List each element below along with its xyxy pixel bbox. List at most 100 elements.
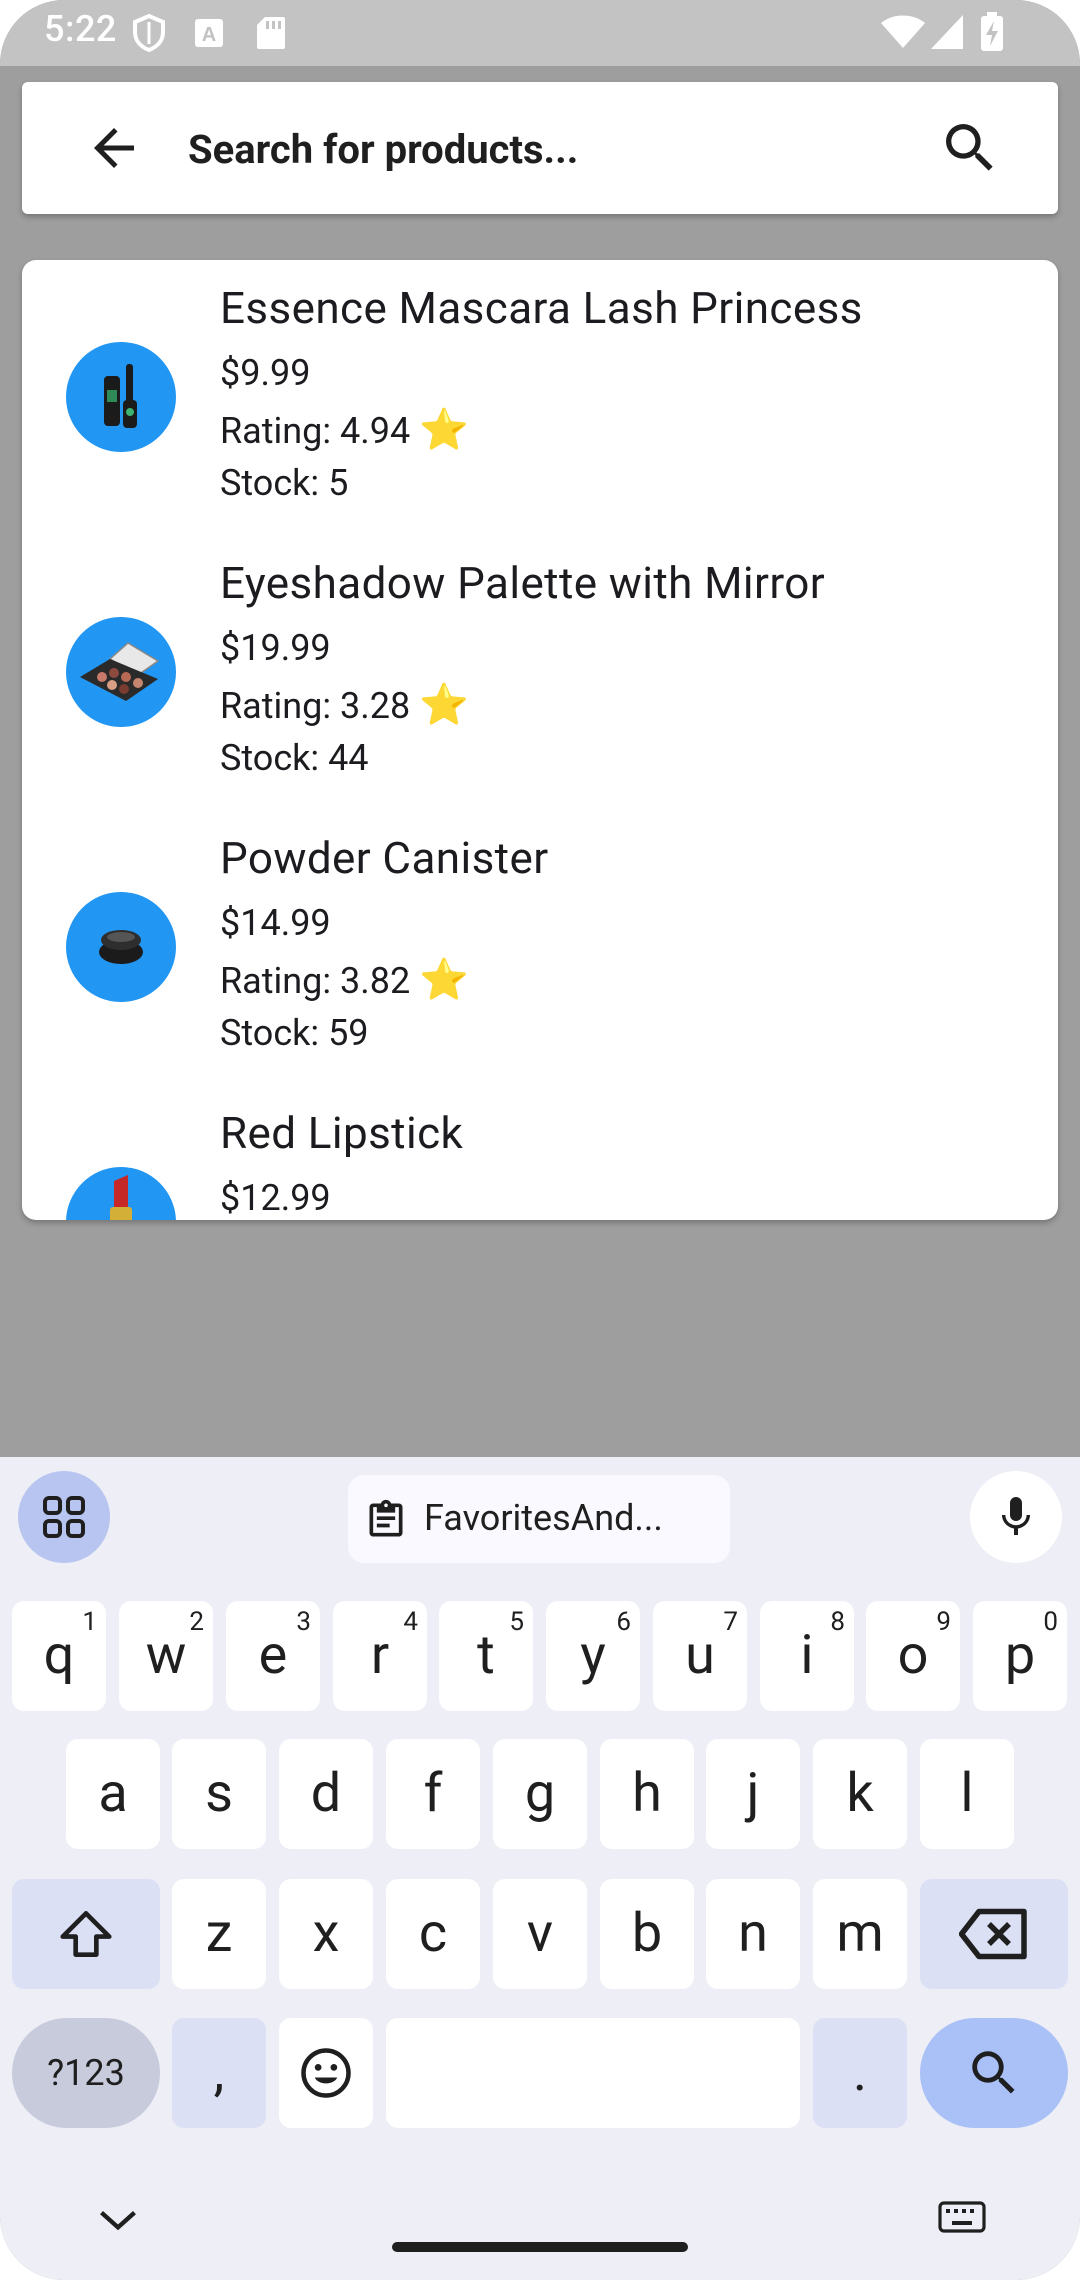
key-h[interactable]: h <box>600 1739 694 1849</box>
key-u[interactable]: u7 <box>653 1601 747 1711</box>
emoji-icon <box>301 2048 351 2098</box>
key-o[interactable]: o9 <box>866 1601 960 1711</box>
rating-text: Rating: 4.94 <box>220 410 411 452</box>
star-icon: ⭐ <box>419 681 469 728</box>
key-c[interactable]: c <box>386 1879 480 1989</box>
star-icon: ⭐ <box>419 406 469 453</box>
status-time: 5:22 <box>44 8 117 50</box>
key-m[interactable]: m <box>813 1879 907 1989</box>
comma-key[interactable]: , <box>172 2018 266 2128</box>
key-a[interactable]: a <box>66 1739 160 1849</box>
search-bar: Search for products... <box>22 82 1058 214</box>
product-name: Powder Canister <box>220 832 549 884</box>
key-label: q <box>43 1624 75 1687</box>
mascara-icon <box>66 342 176 452</box>
key-s[interactable]: s <box>172 1739 266 1849</box>
key-w[interactable]: w2 <box>119 1601 213 1711</box>
key-i[interactable]: i8 <box>760 1601 854 1711</box>
key-z[interactable]: z <box>172 1879 266 1989</box>
product-price: $19.99 <box>220 627 331 669</box>
backspace-key[interactable] <box>920 1879 1068 1989</box>
key-g[interactable]: g <box>493 1739 587 1849</box>
keyboard-icon[interactable] <box>938 2201 986 2233</box>
key-y[interactable]: y6 <box>546 1601 640 1711</box>
key-e[interactable]: e3 <box>226 1601 320 1711</box>
search-icon <box>972 2051 1015 2094</box>
key-hint: 4 <box>403 1607 418 1637</box>
product-name: Essence Mascara Lash Princess <box>220 282 863 334</box>
sd-card-icon <box>257 17 285 49</box>
product-list: Essence Mascara Lash Princess $9.99 Rati… <box>22 260 1058 1220</box>
key-label: y <box>580 1624 606 1687</box>
chevron-down-icon[interactable] <box>96 2205 140 2235</box>
product-price: $14.99 <box>220 902 331 944</box>
search-input[interactable]: Search for products... <box>188 126 578 173</box>
shield-icon <box>133 14 165 52</box>
key-hint: 5 <box>509 1607 524 1637</box>
key-label: r <box>370 1624 390 1687</box>
search-icon[interactable] <box>938 116 1002 180</box>
symbols-key[interactable]: ?123 <box>12 2018 160 2128</box>
key-r[interactable]: r4 <box>333 1601 427 1711</box>
key-l[interactable]: l <box>920 1739 1014 1849</box>
battery-charging-icon <box>981 12 1003 51</box>
eyeshadow-palette-icon <box>66 617 176 727</box>
key-q[interactable]: q1 <box>12 1601 106 1711</box>
clipboard-text: FavoritesAnd... <box>424 1497 663 1539</box>
clipboard-suggestion[interactable]: FavoritesAnd... <box>348 1475 730 1563</box>
list-item[interactable]: Essence Mascara Lash Princess $9.99 Rati… <box>22 260 1058 535</box>
key-hint: 7 <box>723 1607 738 1637</box>
svg-text:A: A <box>202 24 216 46</box>
key-f[interactable]: f <box>386 1739 480 1849</box>
key-label: p <box>1004 1624 1036 1687</box>
product-price: $12.99 <box>220 1177 331 1219</box>
key-d[interactable]: d <box>279 1739 373 1849</box>
key-p[interactable]: p0 <box>973 1601 1067 1711</box>
product-rating: Rating: 3.28 ⭐ <box>220 681 469 728</box>
key-label: w <box>145 1624 187 1687</box>
key-label: t <box>477 1624 495 1687</box>
key-hint: 0 <box>1043 1607 1058 1637</box>
star-icon: ⭐ <box>419 956 469 1003</box>
status-bar: 5:22 A <box>0 0 1080 66</box>
powder-canister-icon <box>66 892 176 1002</box>
key-label: o <box>897 1624 929 1687</box>
key-label: u <box>685 1624 715 1687</box>
key-t[interactable]: t5 <box>439 1601 533 1711</box>
a-icon: A <box>195 19 223 47</box>
list-item[interactable]: Eyeshadow Palette with Mirror $19.99 Rat… <box>22 535 1058 810</box>
product-stock: Stock: 59 <box>220 1012 369 1054</box>
shift-key[interactable] <box>12 1879 160 1989</box>
search-action-key[interactable] <box>920 2018 1068 2128</box>
product-price: $9.99 <box>220 352 311 394</box>
product-name: Eyeshadow Palette with Mirror <box>220 557 826 609</box>
key-v[interactable]: v <box>493 1879 587 1989</box>
signal-icon <box>931 15 963 49</box>
rating-text: Rating: 3.28 <box>220 685 411 727</box>
space-key[interactable] <box>386 2018 800 2128</box>
soft-keyboard: FavoritesAnd... q1 w2 e3 r4 t5 y6 u7 i8 … <box>0 1457 1080 2280</box>
lipstick-icon <box>66 1167 176 1220</box>
list-item[interactable]: Red Lipstick $12.99 <box>22 1085 1058 1220</box>
emoji-key[interactable] <box>279 2018 373 2128</box>
period-key[interactable]: . <box>813 2018 907 2128</box>
key-hint: 6 <box>616 1607 631 1637</box>
rating-text: Rating: 3.82 <box>220 960 411 1002</box>
key-hint: 1 <box>82 1607 97 1637</box>
backspace-icon <box>958 1908 1027 1960</box>
keyboard-apps-button[interactable] <box>18 1471 110 1563</box>
list-item[interactable]: Powder Canister $14.99 Rating: 3.82 ⭐ St… <box>22 810 1058 1085</box>
key-x[interactable]: x <box>279 1879 373 1989</box>
key-b[interactable]: b <box>600 1879 694 1989</box>
key-k[interactable]: k <box>813 1739 907 1849</box>
microphone-icon <box>1002 1497 1030 1535</box>
key-n[interactable]: n <box>706 1879 800 1989</box>
grid-icon <box>43 1496 85 1538</box>
product-rating: Rating: 4.94 ⭐ <box>220 406 469 453</box>
key-j[interactable]: j <box>706 1739 800 1849</box>
key-hint: 3 <box>296 1607 311 1637</box>
navigation-handle[interactable] <box>392 2242 688 2252</box>
wifi-icon <box>881 15 925 48</box>
arrow-back-icon[interactable] <box>84 118 144 178</box>
voice-input-button[interactable] <box>970 1471 1062 1563</box>
